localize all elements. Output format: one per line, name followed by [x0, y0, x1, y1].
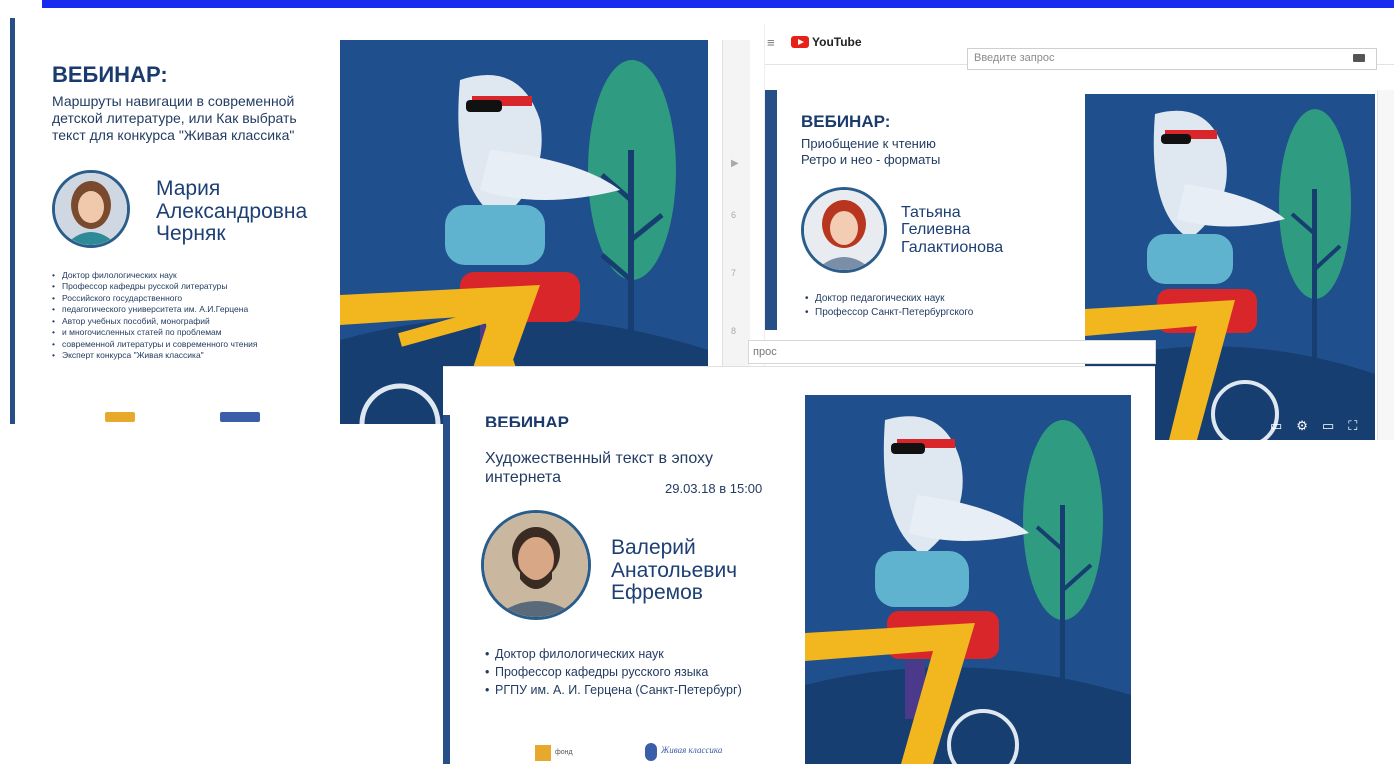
credential-line: и многочисленных статей по проблемам [62, 327, 222, 338]
credential-item: Доктор филологических наук [52, 270, 258, 282]
webinar-title: ВЕБИНАР: [52, 62, 168, 87]
fullscreen-icon[interactable]: ⛶ [1348, 418, 1357, 434]
youtube-logo-text[interactable]: YouTube [812, 35, 862, 49]
speaker-name-line: Черняк [156, 222, 226, 246]
search-partial-text: прос [753, 346, 777, 358]
slide-left-stripe [10, 18, 15, 424]
credential-item: Доктор филологических наук [485, 645, 742, 663]
right-sidebar-strip [1377, 90, 1394, 440]
keyboard-icon[interactable] [1353, 54, 1365, 62]
search-input[interactable]: Введите запрос [967, 48, 1377, 70]
speaker-name-line: Валерий [611, 536, 696, 559]
play-icon[interactable]: ▶ [731, 158, 739, 169]
speaker-name: Татьяна Гелиевна Галактионова [901, 204, 1003, 256]
credential-line: педагогического университета им. А.И.Гер… [62, 304, 249, 315]
webinar-title: ВЕБИНАР [485, 413, 569, 427]
player-controls: ▭ ⚙ ▭ ⛶ [1270, 418, 1357, 434]
speaker-credentials: Доктор педагогических наук Профессор Сан… [805, 292, 973, 320]
settings-icon[interactable]: ⚙ [1296, 418, 1308, 434]
speaker-name-line: Татьяна [901, 204, 961, 221]
fund-logo [535, 745, 551, 761]
speaker-name: Валерий Анатольевич Ефремов [611, 536, 738, 605]
cyclist-illustration [805, 395, 1131, 764]
fund-logo-text: фонд [555, 749, 573, 756]
speaker-name-line: Мария [156, 177, 221, 200]
credential-item-cont: Российского государственного [52, 292, 258, 305]
subtitle-line: Приобщение к чтению [801, 136, 936, 151]
subtitle-line: детской литературе, или Как выбрать [52, 109, 297, 126]
menu-icon[interactable]: ≡ [767, 35, 775, 50]
speaker-avatar [481, 510, 591, 620]
credential-item-cont: современной литературы и современного чт… [52, 338, 258, 351]
zhivaya-klassika-icon [645, 743, 657, 761]
theater-icon[interactable]: ▭ [1322, 418, 1334, 434]
search-placeholder: Введите запрос [974, 52, 1055, 64]
webinar-date: 29.03.18 в 15:00 [665, 481, 763, 496]
credential-item: Профессор кафедры русского языка [485, 663, 742, 681]
credential-item: Профессор Санкт-Петербургского [805, 306, 973, 320]
credential-item: Эксперт конкурса "Живая классика" [52, 350, 258, 362]
webinar-subtitle: Приобщение к чтению Ретро и нео - формат… [801, 136, 940, 167]
youtube-header: ≡ YouTube Введите запрос [765, 24, 1394, 70]
fund-logo [105, 412, 135, 422]
zhivaya-klassika-logo-text: Живая классика [661, 745, 723, 755]
top-hyperlink[interactable] [0, 0, 1394, 9]
slide-left-stripe [765, 90, 777, 330]
footer-logos [105, 410, 295, 424]
credential-item: Профессор кафедры русской литературы [52, 281, 258, 293]
webinar-subtitle: Маршруты навигации в современной детской… [52, 93, 297, 143]
credential-item: Доктор педагогических наук [805, 292, 973, 306]
credential-line: РГПУ им. А. И. Герцена (Санкт-Петербург) [495, 683, 742, 698]
credential-line: Российского государственного [62, 292, 183, 303]
speaker-name-line: Ефремов [611, 581, 703, 605]
webinar-title: ВЕБИНАР: [801, 112, 891, 131]
subtitles-icon[interactable]: ▭ [1270, 418, 1282, 434]
footer-logos: фонд Живая классика [535, 741, 775, 763]
playlist-number: 7 [731, 268, 737, 278]
speaker-name-line: Гелиевна [901, 221, 971, 239]
speaker-credentials: Доктор филологических наук Профессор каф… [485, 645, 742, 700]
subtitle-line: Маршруты навигации в современной [52, 93, 295, 109]
hyperlink-underline [42, 6, 1394, 8]
credential-item-cont: РГПУ им. А. И. Герцена (Санкт-Петербург) [485, 681, 742, 699]
slide-left-stripe [443, 415, 450, 764]
credential-item: Автор учебных пособий, монографий [52, 316, 258, 328]
partial-search-bar[interactable]: прос [748, 340, 1156, 364]
screenshot-webinar-chernyak: ВЕБИНАР: Маршруты навигации в современно… [10, 18, 750, 424]
subtitle-line: текст для конкурса "Живая классика" [52, 126, 295, 143]
speaker-name-line: Галактионова [901, 238, 1004, 256]
credential-item-cont: и многочисленных статей по проблемам [52, 327, 258, 339]
subtitle-line: Художественный текст в эпоху [485, 450, 714, 467]
zhivaya-klassika-logo [220, 412, 260, 422]
subtitle-line: Ретро и нео - форматы [801, 151, 941, 167]
playlist-number: 8 [731, 326, 737, 336]
playlist-number: 6 [731, 210, 737, 220]
speaker-name-line: Анатольевич [611, 558, 738, 582]
speaker-name-line: Александровна [156, 199, 308, 223]
speaker-avatar [801, 187, 887, 273]
speaker-avatar [52, 170, 130, 248]
speaker-name: Мария Александровна Черняк [156, 177, 308, 246]
credential-item-cont: педагогического университета им. А.И.Гер… [52, 304, 258, 316]
screenshot-webinar-efremov: ВЕБИНАР Художественный текст в эпоху инт… [443, 366, 1155, 764]
speaker-credentials: Доктор филологических наук Профессор каф… [52, 270, 258, 362]
youtube-logo-icon[interactable] [791, 36, 809, 48]
credential-line: современной литературы и современного чт… [62, 338, 258, 349]
